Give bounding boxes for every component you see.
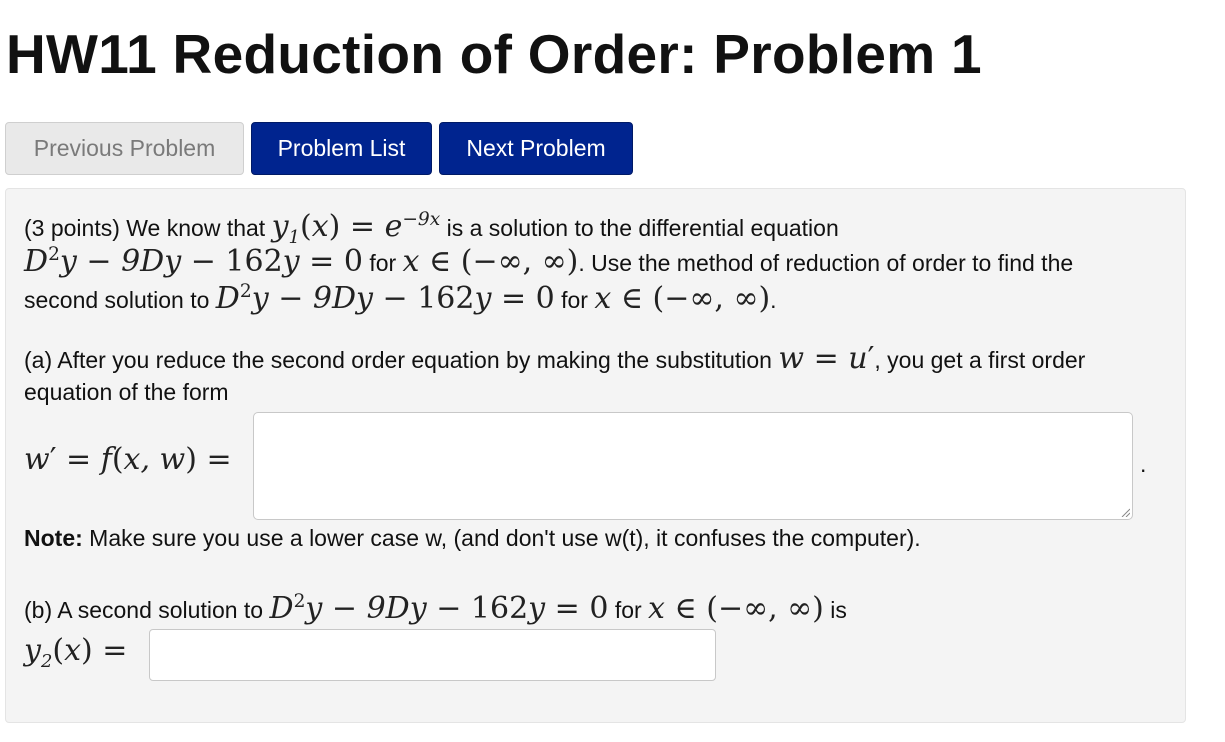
second-solution-text: second solution to — [24, 287, 210, 313]
period-text: . — [770, 287, 777, 313]
trailing-period: . — [1140, 451, 1147, 477]
domain-interval: x ∈ (−∞, ∞) — [402, 244, 579, 279]
problem-panel: (3 points) We know that y1(x) = e−9x is … — [5, 188, 1186, 723]
answer-b-input[interactable] — [149, 629, 716, 681]
w-prime-label: w′ = f(x, w) = — [24, 442, 232, 477]
part-a-line-1: (a) After you reduce the second order eq… — [24, 341, 1085, 376]
note-label: Note: — [24, 525, 83, 551]
part-b-line: (b) A second solution to D2y − 9Dy − 162… — [24, 591, 847, 626]
for-text-3: for — [614, 597, 642, 623]
points-text: (3 points) We know that — [24, 215, 266, 241]
part-b-text: (b) A second solution to — [24, 597, 264, 623]
answer-a-textarea[interactable] — [253, 412, 1133, 520]
problem-list-button[interactable]: Problem List — [251, 122, 432, 175]
next-problem-button[interactable]: Next Problem — [439, 122, 633, 175]
part-a-line-2: equation of the form — [24, 379, 229, 405]
part-a-text-1: (a) After you reduce the second order eq… — [24, 347, 772, 373]
for-text-2: for — [561, 287, 588, 313]
previous-problem-button[interactable]: Previous Problem — [5, 122, 244, 175]
substitution-equation: w = u′ — [778, 341, 875, 376]
problem-intro-line: (3 points) We know that y1(x) = e−9x is … — [24, 209, 839, 248]
use-method-text: . Use the method of reduction of order t… — [578, 250, 1074, 276]
y2-label: y2(x) = — [24, 633, 128, 672]
note-text: Make sure you use a lower case w, (and d… — [82, 525, 921, 551]
differential-equation: D2y − 9Dy − 162y = 0 — [24, 244, 363, 279]
is-text: is — [830, 597, 847, 623]
part-a-text-2: , you get a first order — [874, 347, 1086, 373]
problem-second-solution-line: second solution to D2y − 9Dy − 162y = 0 … — [24, 281, 777, 316]
domain-interval-3: x ∈ (−∞, ∞) — [648, 591, 824, 626]
differential-equation-2: D2y − 9Dy − 162y = 0 — [215, 281, 555, 316]
for-text: for — [369, 250, 397, 276]
problem-equation-line: D2y − 9Dy − 162y = 0 for x ∈ (−∞, ∞). Us… — [24, 244, 1073, 279]
resize-grip-icon[interactable] — [1120, 507, 1130, 517]
differential-equation-3: D2y − 9Dy − 162y = 0 — [269, 591, 609, 626]
note-line: Note: Make sure you use a lower case w, … — [24, 525, 921, 552]
domain-interval-2: x ∈ (−∞, ∞) — [594, 281, 771, 316]
is-solution-text: is a solution to the differential equati… — [446, 215, 839, 241]
y1-equation: y1(x) = e−9x — [271, 209, 441, 248]
page-title: HW11 Reduction of Order: Problem 1 — [6, 23, 982, 85]
